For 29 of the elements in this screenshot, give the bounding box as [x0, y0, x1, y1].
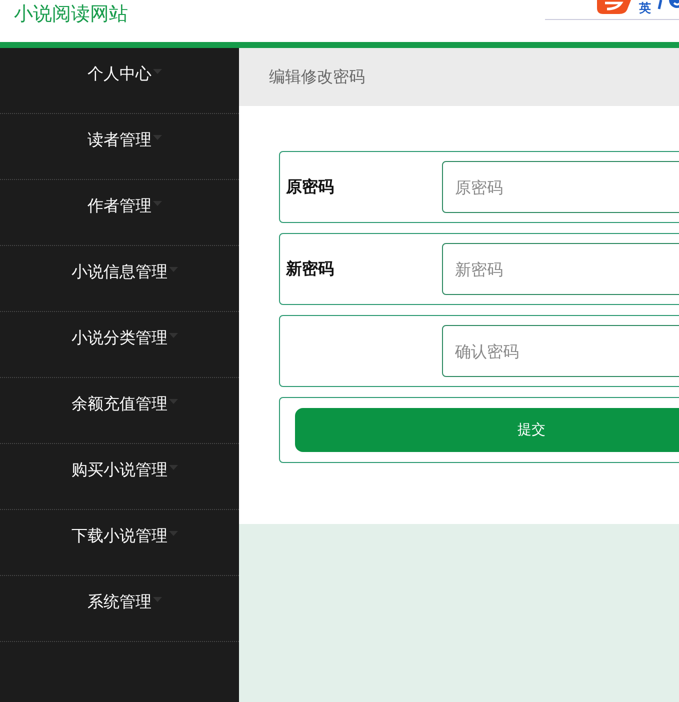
- submit-button[interactable]: 提交: [295, 408, 679, 452]
- password-input[interactable]: 原密码: [442, 161, 679, 213]
- caret-icon: [168, 465, 178, 470]
- field-label: 原密码: [286, 176, 334, 196]
- sidebar-menu-item[interactable]: 小说信息管理: [72, 262, 178, 283]
- caret-icon: [168, 333, 178, 338]
- sidebar-menu-item[interactable]: 作者管理: [88, 196, 162, 217]
- sidebar-menu-item[interactable]: 小说分类管理: [72, 328, 178, 349]
- password-input[interactable]: 确认密码: [442, 325, 679, 377]
- sidebar-menu-item[interactable]: 系统管理: [88, 592, 162, 613]
- sidebar-menu-item[interactable]: 下载小说管理: [72, 526, 178, 547]
- page-title: 编辑修改密码: [269, 66, 365, 88]
- caret-icon: [152, 201, 162, 206]
- password-input[interactable]: 新密码: [442, 243, 679, 295]
- punctuation-icon[interactable]: [657, 0, 663, 10]
- sidebar-menu-item[interactable]: 购买小说管理: [72, 460, 178, 481]
- caret-icon: [152, 69, 162, 74]
- caret-icon: [152, 135, 162, 140]
- site-title: 小说阅读网站: [14, 2, 128, 27]
- caret-icon: [168, 531, 178, 536]
- sidebar-menu-item[interactable]: 读者管理: [88, 130, 162, 151]
- caret-icon: [168, 399, 178, 404]
- caret-icon: [152, 597, 162, 602]
- sidebar-menu-item[interactable]: 个人中心: [88, 64, 162, 85]
- input-mode-button[interactable]: 英: [639, 0, 651, 16]
- logo-icon[interactable]: [595, 0, 633, 14]
- caret-icon: [168, 267, 178, 272]
- field-label: 新密码: [286, 258, 334, 278]
- sidebar-menu-item[interactable]: 余额充值管理: [72, 394, 178, 415]
